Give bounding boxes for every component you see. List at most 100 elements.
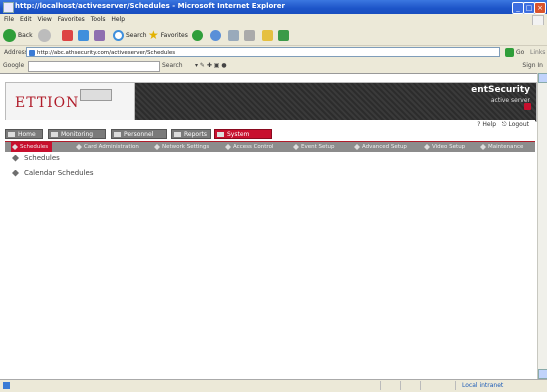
standard-toolbar: Back Search ★ Favorites [0, 25, 547, 46]
back-button[interactable]: Back [3, 28, 33, 42]
list-item-calendar-schedules[interactable]: Calendar Schedules [12, 169, 94, 177]
mail-button[interactable] [228, 28, 239, 42]
page-viewport: ETTION entSecurity active server ? Help … [0, 73, 547, 380]
close-button[interactable]: × [534, 2, 546, 14]
favorites-button[interactable]: ★ Favorites [148, 28, 188, 42]
google-toolbar: Google Search ▾ ✎ ✚ ▣ ● Sign In [0, 60, 547, 72]
folder-icon [262, 29, 273, 41]
links-button[interactable]: Links [530, 49, 545, 56]
status-bar: Local intranet [0, 379, 547, 392]
scroll-up-button[interactable] [538, 73, 547, 83]
diamond-icon [354, 144, 360, 150]
star-icon: ★ [148, 28, 159, 42]
subtab-maintenance[interactable]: Maintenance [479, 142, 523, 152]
setup-icon [217, 132, 224, 137]
ie-icon [3, 2, 14, 13]
vertical-scrollbar[interactable] [537, 73, 547, 379]
print-button[interactable] [244, 28, 255, 42]
subtab-event-setup[interactable]: Event Setup [292, 142, 335, 152]
address-bar: Address http://abc.athsecurity.com/activ… [0, 46, 547, 59]
window-title: http://localhost/activeserver/Schedules … [15, 2, 285, 10]
subtab-card-administration[interactable]: Card Administration [75, 142, 139, 152]
menu-help[interactable]: Help [111, 14, 125, 25]
menu-file[interactable]: File [4, 14, 14, 25]
history-button[interactable] [210, 28, 221, 42]
subtab-video-setup[interactable]: Video Setup [423, 142, 465, 152]
scroll-down-button[interactable] [538, 369, 547, 379]
refresh-button[interactable] [78, 28, 89, 42]
subtab-advanced-setup[interactable]: Advanced Setup [353, 142, 407, 152]
app-header: ETTION entSecurity active server [5, 82, 537, 122]
google-search-input[interactable] [28, 61, 160, 72]
diamond-icon [76, 144, 82, 150]
go-button[interactable]: Go [516, 49, 524, 56]
home-icon [8, 132, 15, 137]
google-search-button[interactable]: Search [162, 62, 183, 69]
stop-button[interactable] [62, 28, 73, 42]
refresh-icon [78, 29, 89, 41]
address-input[interactable]: http://abc.athsecurity.com/activeserver/… [26, 47, 500, 57]
menu-bar: File Edit View Favorites Tools Help [0, 14, 547, 26]
home-icon [94, 29, 105, 41]
browser-window: http://localhost/activeserver/Schedules … [0, 0, 547, 392]
forward-button[interactable] [38, 28, 51, 42]
diamond-bullet-icon [12, 154, 19, 162]
tab-system-setup[interactable]: System Setup [214, 129, 272, 148]
sign-in-button[interactable]: Sign In [522, 62, 543, 69]
go-arrow-icon[interactable] [505, 48, 514, 57]
tab-monitoring[interactable]: Monitoring [48, 129, 106, 139]
subtab-access-control[interactable]: Access Control [224, 142, 273, 152]
google-tools-icon[interactable]: ▾ ✎ ✚ ▣ ● [195, 62, 227, 69]
diamond-icon [424, 144, 430, 150]
brand-mark-icon [524, 103, 531, 110]
print-icon [244, 29, 255, 41]
page-status-icon [3, 382, 10, 389]
help-icon: ? [477, 121, 481, 128]
product-name: entSecurity [471, 85, 530, 95]
logo-area: ETTION [6, 83, 135, 121]
home-button[interactable] [94, 28, 105, 42]
mail-icon [228, 29, 239, 41]
search-icon [113, 29, 124, 41]
menu-tools[interactable]: Tools [91, 14, 106, 25]
stop-icon [62, 29, 73, 41]
page-icon [29, 50, 35, 56]
messenger-icon [278, 29, 289, 41]
reports-icon [174, 132, 181, 137]
diamond-icon [12, 144, 18, 150]
diamond-icon [480, 144, 486, 150]
personnel-icon [114, 132, 121, 137]
monitor-icon [51, 132, 58, 137]
list-item-schedules[interactable]: Schedules [12, 154, 60, 162]
logout-icon: ⎋ [501, 121, 507, 128]
tab-reports[interactable]: Reports [171, 129, 211, 139]
diamond-icon [293, 144, 299, 150]
folder-button[interactable] [262, 28, 273, 42]
google-logo: Google [3, 62, 25, 69]
main-nav: Home Monitoring Personnel Reports System… [5, 128, 535, 148]
logo-badge-icon [80, 89, 112, 101]
tab-personnel[interactable]: Personnel [111, 129, 167, 139]
menu-view[interactable]: View [38, 14, 52, 25]
title-bar: http://localhost/activeserver/Schedules … [0, 0, 547, 14]
messenger-button[interactable] [278, 28, 289, 42]
subtab-schedules[interactable]: Schedules [11, 142, 53, 152]
menu-edit[interactable]: Edit [20, 14, 32, 25]
logout-link[interactable]: Logout [508, 121, 529, 128]
diamond-icon [154, 144, 160, 150]
address-label: Address [4, 49, 28, 56]
help-link[interactable]: Help [482, 121, 496, 128]
search-button[interactable]: Search [113, 28, 147, 42]
diamond-bullet-icon [12, 169, 19, 177]
sub-nav: Schedules Card Administration Network Se… [5, 141, 535, 152]
history-icon [210, 29, 221, 41]
company-logo: ETTION [15, 95, 80, 111]
menu-favorites[interactable]: Favorites [58, 14, 85, 25]
forward-arrow-icon [38, 28, 51, 42]
media-button[interactable] [192, 28, 203, 42]
media-icon [192, 29, 203, 41]
subtab-network-settings[interactable]: Network Settings [153, 142, 209, 152]
security-zone: Local intranet [462, 382, 504, 389]
diamond-icon [225, 144, 231, 150]
tab-home[interactable]: Home [5, 129, 43, 139]
